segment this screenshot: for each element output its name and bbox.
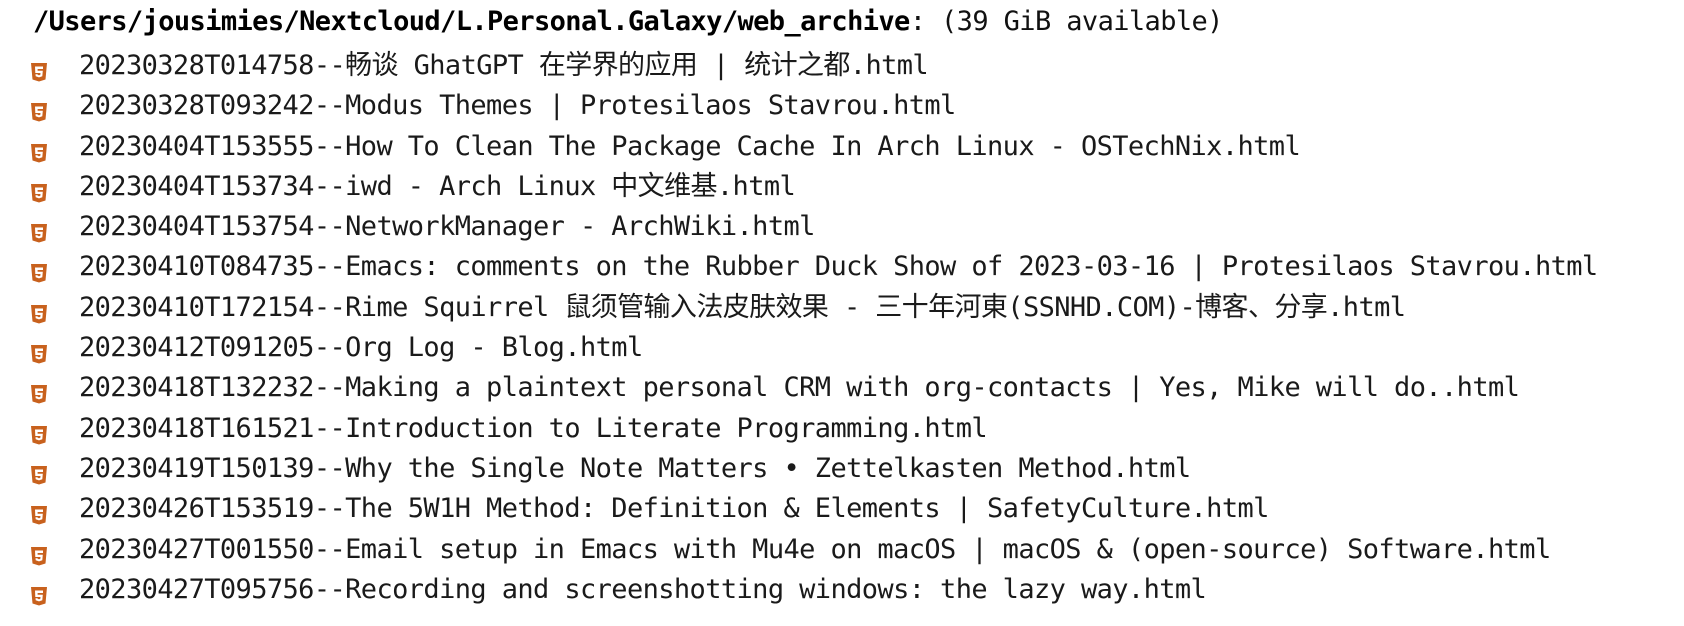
file-row[interactable]: 20230404T153734--iwd - Arch Linux 中文维基.h… — [0, 167, 1684, 207]
html5-file-icon — [29, 218, 49, 243]
file-name[interactable]: 20230427T095756--Recording and screensho… — [79, 570, 1207, 610]
file-row[interactable]: 20230404T153555--How To Clean The Packag… — [0, 127, 1684, 167]
html5-file-icon — [29, 57, 49, 82]
file-row[interactable]: 20230404T153754--NetworkManager - ArchWi… — [0, 207, 1684, 247]
file-row[interactable]: 20230410T084735--Emacs: comments on the … — [0, 247, 1684, 287]
html5-file-icon — [29, 500, 49, 525]
file-name[interactable]: 20230410T172154--Rime Squirrel 鼠须管输入法皮肤效… — [79, 288, 1406, 328]
html5-file-icon — [29, 339, 49, 364]
directory-path[interactable]: /Users/jousimies/Nextcloud/L.Personal.Ga… — [33, 6, 910, 37]
available-space: : (39 GiB available) — [909, 6, 1224, 37]
html5-file-icon — [29, 541, 49, 566]
file-row[interactable]: 20230427T095756--Recording and screensho… — [0, 570, 1684, 610]
html5-file-icon — [29, 138, 49, 163]
file-name[interactable]: 20230418T132232--Making a plaintext pers… — [79, 368, 1520, 408]
file-row[interactable]: 20230418T132232--Making a plaintext pers… — [0, 368, 1684, 408]
html5-file-icon — [29, 299, 49, 324]
file-name[interactable]: 20230427T001550--Email setup in Emacs wi… — [79, 530, 1551, 570]
html5-file-icon — [29, 178, 49, 203]
file-row[interactable]: 20230412T091205--Org Log - Blog.html — [0, 328, 1684, 368]
directory-header: /Users/jousimies/Nextcloud/L.Personal.Ga… — [33, 2, 1223, 42]
file-row[interactable]: 20230419T150139--Why the Single Note Mat… — [0, 449, 1684, 489]
file-name[interactable]: 20230328T093242--Modus Themes | Protesil… — [79, 86, 956, 126]
html5-file-icon — [29, 460, 49, 485]
file-name[interactable]: 20230410T084735--Emacs: comments on the … — [79, 247, 1598, 287]
file-name[interactable]: 20230412T091205--Org Log - Blog.html — [79, 328, 643, 368]
html5-file-icon — [29, 420, 49, 445]
file-name[interactable]: 20230419T150139--Why the Single Note Mat… — [79, 449, 1191, 489]
file-name[interactable]: 20230426T153519--The 5W1H Method: Defini… — [79, 489, 1269, 529]
html5-file-icon — [29, 258, 49, 283]
dired-buffer: /Users/jousimies/Nextcloud/L.Personal.Ga… — [0, 0, 1684, 626]
html5-file-icon — [29, 379, 49, 404]
file-row[interactable]: 20230426T153519--The 5W1H Method: Defini… — [0, 489, 1684, 529]
file-row[interactable]: 20230427T001550--Email setup in Emacs wi… — [0, 530, 1684, 570]
html5-file-icon — [29, 581, 49, 606]
file-row[interactable]: 20230418T161521--Introduction to Literat… — [0, 409, 1684, 449]
file-row[interactable]: 20230328T014758--畅谈 GhatGPT 在学界的应用 | 统计之… — [0, 46, 1684, 86]
file-name[interactable]: 20230418T161521--Introduction to Literat… — [79, 409, 988, 449]
file-name[interactable]: 20230404T153555--How To Clean The Packag… — [79, 127, 1301, 167]
file-row[interactable]: 20230410T172154--Rime Squirrel 鼠须管输入法皮肤效… — [0, 288, 1684, 328]
file-name[interactable]: 20230328T014758--畅谈 GhatGPT 在学界的应用 | 统计之… — [79, 46, 929, 86]
file-row[interactable]: 20230328T093242--Modus Themes | Protesil… — [0, 86, 1684, 126]
file-name[interactable]: 20230404T153754--NetworkManager - ArchWi… — [79, 207, 815, 247]
file-name[interactable]: 20230404T153734--iwd - Arch Linux 中文维基.h… — [79, 167, 796, 207]
html5-file-icon — [29, 97, 49, 122]
file-list: 20230328T014758--畅谈 GhatGPT 在学界的应用 | 统计之… — [0, 46, 1684, 610]
